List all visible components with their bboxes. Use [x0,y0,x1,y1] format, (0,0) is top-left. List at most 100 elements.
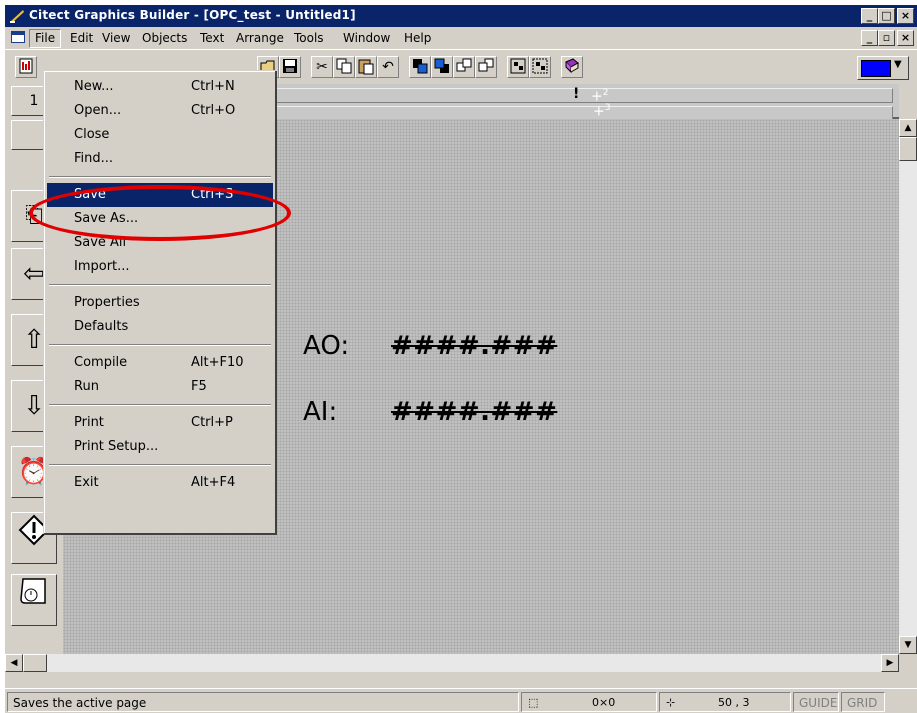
file-menu-item-compile[interactable]: Compile Alt+F10 [47,351,273,375]
color-swatch [861,60,891,77]
file-menu-item-properties[interactable]: Properties [47,291,273,315]
ai-value-field[interactable]: ####.### [391,397,557,427]
bring-forward-icon[interactable] [453,56,475,78]
menu-item-label: Find... [74,151,114,166]
book-icon[interactable] [561,56,583,78]
send-to-back-icon[interactable] [431,56,453,78]
file-menu-dropdown: New... Ctrl+N Open... Ctrl+O Close Find... Sav… [43,70,276,534]
paste-icon[interactable] [355,56,377,78]
doc-minimize-button[interactable]: _ [861,30,878,46]
file-menu-item-save[interactable]: Save Ctrl+S [47,183,273,207]
file-menu-item-new[interactable]: New... Ctrl+N [47,75,273,99]
menu-help[interactable]: Help [399,30,436,47]
menu-objects[interactable]: Objects [137,30,192,47]
menu-item-shortcut: Alt+F10 [191,355,244,370]
title-bar: Citect Graphics Builder - [OPC_test - Un… [5,5,917,27]
ai-label: AI: [303,397,338,427]
citect-logo-icon [9,8,25,27]
guide-indicator: GUIDE [793,692,839,712]
menu-item-label: Save All [74,235,127,250]
minimize-button[interactable]: _ [861,8,878,24]
crosshair-sup-3: 3 [604,103,611,113]
cut-icon[interactable]: ✂ [311,56,333,78]
vertical-scrollbar[interactable]: ▲ ▼ [899,119,917,654]
file-menu-item-save-as[interactable]: Save As... [47,207,273,231]
menu-view[interactable]: View [97,30,135,47]
library-icon[interactable] [15,56,37,78]
send-backward-icon[interactable] [475,56,497,78]
menu-item-label: Properties [74,295,140,310]
menu-file[interactable]: File [29,29,62,48]
menu-separator [49,176,271,178]
menu-separator [49,284,271,286]
scroll-up-icon[interactable]: ▲ [899,119,917,137]
status-message: Saves the active page [7,692,519,712]
menu-separator [49,464,271,466]
vertical-scroll-thumb[interactable] [899,137,917,161]
size-icon: ⬚ [528,696,539,709]
doc-restore-button[interactable]: ▫ [878,30,895,46]
menu-tools[interactable]: Tools [289,30,329,47]
file-menu-item-exit[interactable]: Exit Alt+F4 [47,471,273,495]
ungroup-icon[interactable] [529,56,551,78]
bring-to-front-icon[interactable] [409,56,431,78]
close-button[interactable]: × [897,8,914,24]
menu-edit[interactable]: Edit [65,30,98,47]
document-icon[interactable] [11,31,25,43]
position-panel: ⊹ 50 , 3 [659,692,791,712]
menu-text[interactable]: Text [195,30,229,47]
position-readout: 50 , 3 [718,696,750,709]
field-marker: ! [573,86,580,102]
file-menu-item-print[interactable]: Print Ctrl+P [47,411,273,435]
copy-icon[interactable] [333,56,355,78]
menu-item-label: New... [74,79,114,94]
file-menu-item-run[interactable]: Run F5 [47,375,273,399]
horizontal-scrollbar[interactable]: ◀ ▶ [5,654,899,672]
menu-item-shortcut: Ctrl+S [191,187,234,202]
menu-item-label: Open... [74,103,122,118]
ao-value-field[interactable]: ####.### [391,331,557,361]
ao-label: AO: [303,331,350,361]
status-bar: Saves the active page ⬚ 0×0 ⊹ 50 , 3 GUI… [5,688,917,713]
file-menu-item-close[interactable]: Close [47,123,273,147]
size-panel: ⬚ 0×0 [521,692,657,712]
menu-item-label: Defaults [74,319,129,334]
menu-item-shortcut: Ctrl+P [191,415,233,430]
horizontal-scroll-thumb[interactable] [23,654,47,672]
save-icon[interactable] [279,56,301,78]
menu-separator [49,404,271,406]
scroll-left-icon[interactable]: ◀ [5,654,23,672]
file-menu-item-print-setup[interactable]: Print Setup... [47,435,273,459]
file-menu-item-open[interactable]: Open... Ctrl+O [47,99,273,123]
crosshair-icon: +3 [593,103,611,120]
menu-item-shortcut: F5 [191,379,207,394]
menu-separator [49,344,271,346]
file-menu-item-find[interactable]: Find... [47,147,273,171]
menu-bar: File Edit View Objects Text Arrange Tool… [5,27,917,49]
scroll-clock-icon[interactable] [11,574,57,626]
menu-item-label: Exit [74,475,99,490]
scroll-down-icon[interactable]: ▼ [899,636,917,654]
crosshair-sup-2: 2 [602,88,609,98]
menu-item-label: Compile [74,355,128,370]
file-menu-item-import[interactable]: Import... [47,255,273,279]
size-readout: 0×0 [592,696,616,709]
chevron-down-icon: ▼ [894,59,902,70]
file-menu-item-save-all[interactable]: Save All [47,231,273,255]
file-menu-item-defaults[interactable]: Defaults [47,315,273,339]
fill-color-picker[interactable]: ▼ [857,56,909,80]
scroll-right-icon[interactable]: ▶ [881,654,899,672]
menu-item-label: Import... [74,259,130,274]
window-title: Citect Graphics Builder - [OPC_test - Un… [29,8,356,22]
menu-item-label: Save [74,187,106,202]
menu-arrange[interactable]: Arrange [231,30,289,47]
menu-window[interactable]: Window [338,30,395,47]
menu-item-shortcut: Alt+F4 [191,475,236,490]
maximize-button[interactable]: □ [878,8,895,24]
menu-item-shortcut: Ctrl+N [191,79,235,94]
undo-icon[interactable]: ↶ [377,56,399,78]
group-icon[interactable] [507,56,529,78]
menu-item-shortcut: Ctrl+O [191,103,236,118]
menu-item-label: Close [74,127,110,142]
doc-close-button[interactable]: × [897,30,914,46]
